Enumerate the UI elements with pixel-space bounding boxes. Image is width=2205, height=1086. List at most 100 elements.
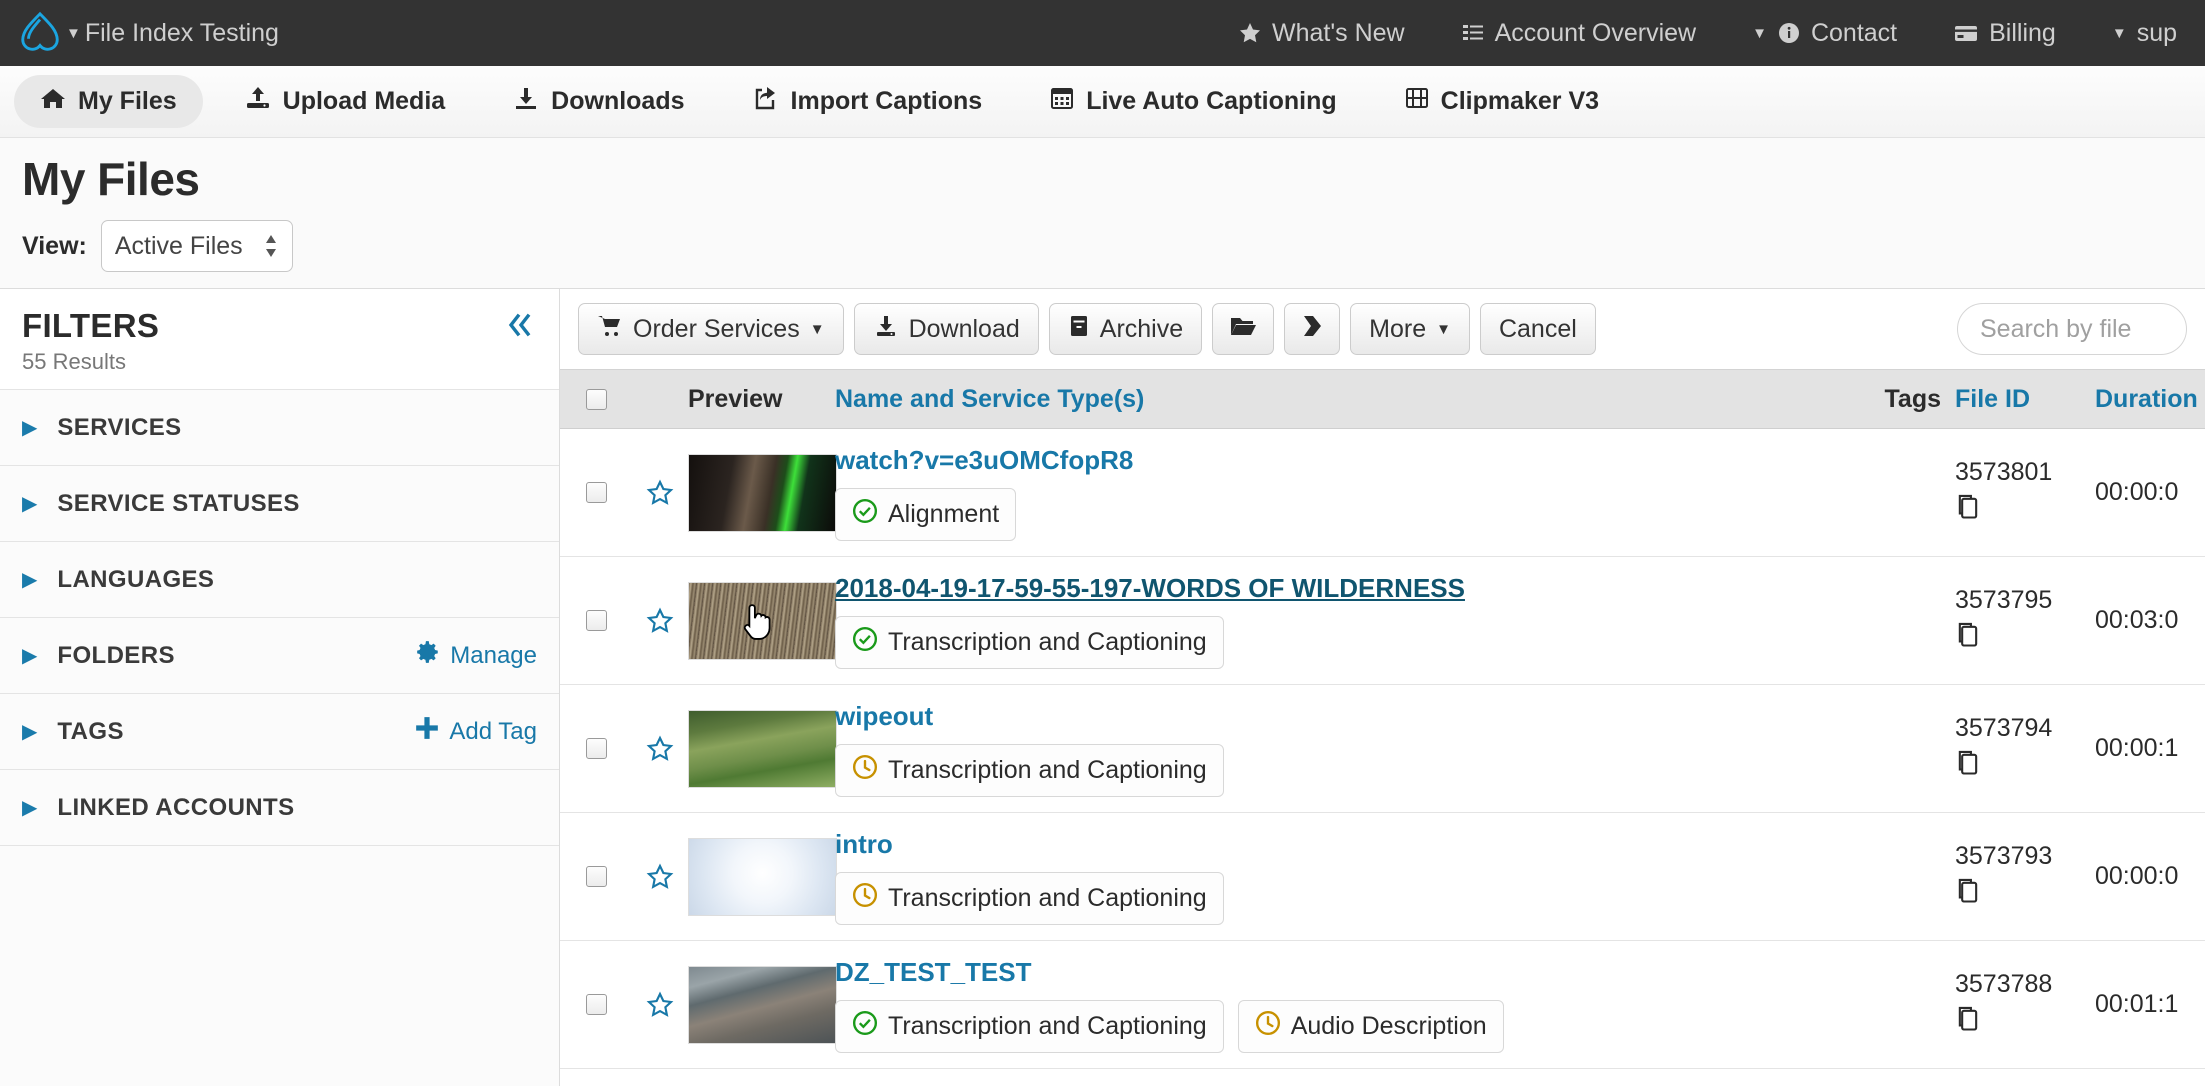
view-select[interactable]: Active Files (100, 220, 293, 272)
header-duration[interactable]: Duration (2095, 385, 2205, 414)
topnav-item-contact[interactable]: ▼ Contact (1724, 19, 1925, 48)
info-icon (1777, 21, 1801, 45)
table-row[interactable]: DZ_TEST_TEST Transcription and Captionin… (560, 941, 2205, 1069)
service-badges: Transcription and Captioning (835, 743, 1860, 797)
row-checkbox[interactable] (585, 482, 607, 503)
favorite-star-icon[interactable] (632, 478, 688, 508)
nav-tab-my-files[interactable]: My Files (14, 75, 203, 128)
file-id-value: 3573788 (1955, 969, 2053, 998)
more-button[interactable]: More ▼ (1350, 303, 1470, 355)
brand-dropdown[interactable]: ▼ File Index Testing (66, 19, 279, 48)
file-name-cell: wipeout Transcription and Captioning (835, 687, 1860, 811)
copy-icon[interactable] (1955, 493, 2095, 528)
list-icon (1461, 21, 1485, 45)
preview-thumbnail[interactable] (688, 965, 837, 1044)
main-nav: My Files Upload Media Downloads Import C… (0, 66, 2205, 138)
status-complete-icon (852, 626, 878, 659)
row-checkbox[interactable] (585, 738, 607, 759)
service-badge[interactable]: Transcription and Captioning (835, 871, 1224, 925)
cancel-button[interactable]: Cancel (1479, 303, 1596, 355)
row-checkbox[interactable] (585, 994, 607, 1015)
files-toolbar: Order Services ▼ Download Archive More ▼… (560, 289, 2205, 369)
filter-group-languages[interactable]: ▶ LANGUAGES (0, 542, 559, 618)
topnav-item-whats-new[interactable]: What's New (1210, 19, 1433, 48)
status-complete-icon (852, 1010, 878, 1043)
file-name-link[interactable]: watch?v=e3uOMCfopR8 (835, 445, 1133, 476)
service-badge[interactable]: Transcription and Captioning (835, 999, 1224, 1053)
download-button[interactable]: Download (853, 303, 1039, 355)
service-badge[interactable]: Audio Description (1237, 999, 1504, 1053)
nav-tab-label: Import Captions (790, 87, 983, 115)
button-label: More (1369, 314, 1427, 343)
preview-thumbnail[interactable] (688, 709, 837, 788)
filter-group-tags[interactable]: ▶ TAGS Add Tag (0, 694, 559, 770)
filter-group-services[interactable]: ▶ SERVICES (0, 390, 559, 466)
copy-icon[interactable] (1955, 1005, 2095, 1040)
header-file-id[interactable]: File ID (1955, 385, 2095, 414)
copy-icon[interactable] (1955, 749, 2095, 784)
filter-group-service-statuses[interactable]: ▶ SERVICE STATUSES (0, 466, 559, 542)
button-label: Cancel (1498, 314, 1577, 343)
copy-icon[interactable] (1955, 877, 2095, 912)
app-logo[interactable] (0, 10, 66, 56)
manage-folders-button[interactable]: Manage (415, 639, 537, 672)
double-chevron-left-icon[interactable] (503, 311, 537, 344)
table-row[interactable]: wipeout Transcription and Captioning 357… (560, 685, 2205, 813)
add-tag-button[interactable]: Add Tag (414, 715, 537, 748)
tag-icon (1301, 314, 1323, 345)
card-icon (1953, 21, 1979, 45)
film-icon (1405, 86, 1429, 117)
file-name-cell: watch?v=e3uOMCfopR8 Alignment (835, 431, 1860, 555)
topnav-item-account-overview[interactable]: Account Overview (1433, 19, 1724, 48)
row-checkbox[interactable] (585, 610, 607, 631)
filters-sidebar: FILTERS 55 Results ▶ SERVICES ▶ SERVICE … (0, 288, 560, 1086)
nav-tab-downloads[interactable]: Downloads (487, 75, 710, 128)
favorite-star-icon[interactable] (632, 606, 688, 636)
nav-tab-clipmaker-v3[interactable]: Clipmaker V3 (1379, 75, 1625, 128)
chevron-right-icon: ▶ (22, 416, 38, 439)
content-split: FILTERS 55 Results ▶ SERVICES ▶ SERVICE … (0, 288, 2205, 1086)
order-services-button[interactable]: Order Services ▼ (578, 303, 844, 355)
select-all-checkbox[interactable] (585, 388, 607, 410)
service-badge-label: Transcription and Captioning (888, 755, 1207, 784)
service-badge-label: Transcription and Captioning (888, 627, 1207, 656)
service-badge[interactable]: Transcription and Captioning (835, 743, 1224, 797)
service-badge[interactable]: Alignment (835, 487, 1017, 541)
nav-tab-live-auto-captioning[interactable]: Live Auto Captioning (1024, 75, 1362, 128)
filter-group-label: SERVICES (57, 413, 182, 441)
file-name-link[interactable]: wipeout (835, 701, 933, 732)
topnav-item-billing[interactable]: Billing (1925, 19, 2084, 48)
service-badge-label: Transcription and Captioning (888, 1011, 1207, 1040)
filter-group-linked-accounts[interactable]: ▶ LINKED ACCOUNTS (0, 770, 559, 846)
file-name-link[interactable]: DZ_TEST_TEST (835, 957, 1031, 988)
copy-icon[interactable] (1955, 621, 2095, 656)
filters-header: FILTERS 55 Results (0, 289, 559, 390)
nav-tab-import-captions[interactable]: Import Captions (727, 75, 1009, 128)
preview-thumbnail[interactable] (688, 453, 837, 532)
tag-button[interactable] (1284, 303, 1341, 355)
row-checkbox[interactable] (585, 866, 607, 887)
service-badges: Transcription and Captioning Audio Descr… (835, 999, 1860, 1053)
archive-button[interactable]: Archive (1048, 303, 1203, 355)
service-badge[interactable]: Transcription and Captioning (835, 615, 1224, 669)
favorite-star-icon[interactable] (632, 862, 688, 892)
preview-thumbnail[interactable] (688, 837, 837, 916)
filter-group-folders[interactable]: ▶ FOLDERS Manage (0, 618, 559, 694)
search-input[interactable]: Search by file (1957, 303, 2187, 355)
table-row[interactable]: watch?v=e3uOMCfopR8 Alignment 3573801 00… (560, 429, 2205, 557)
preview-thumbnail[interactable] (688, 581, 837, 660)
table-row[interactable]: 2018-04-19-17-59-55-197-WORDS OF WILDERN… (560, 557, 2205, 685)
share-icon (753, 86, 779, 117)
service-badge-label: Audio Description (1290, 1011, 1487, 1040)
header-name-and-service-types[interactable]: Name and Service Type(s) (835, 385, 1860, 414)
nav-tab-upload-media[interactable]: Upload Media (219, 75, 472, 128)
favorite-star-icon[interactable] (632, 990, 688, 1020)
topnav-item-support[interactable]: ▼ sup (2084, 19, 2205, 48)
favorite-star-icon[interactable] (632, 734, 688, 764)
table-row[interactable]: intro Transcription and Captioning 35737… (560, 813, 2205, 941)
file-name-link[interactable]: intro (835, 829, 893, 860)
move-to-folder-button[interactable] (1212, 303, 1275, 355)
filter-group-label: LINKED ACCOUNTS (57, 793, 295, 821)
file-name-link[interactable]: 2018-04-19-17-59-55-197-WORDS OF WILDERN… (835, 573, 1465, 604)
filters-result-count: 55 Results (22, 349, 126, 374)
